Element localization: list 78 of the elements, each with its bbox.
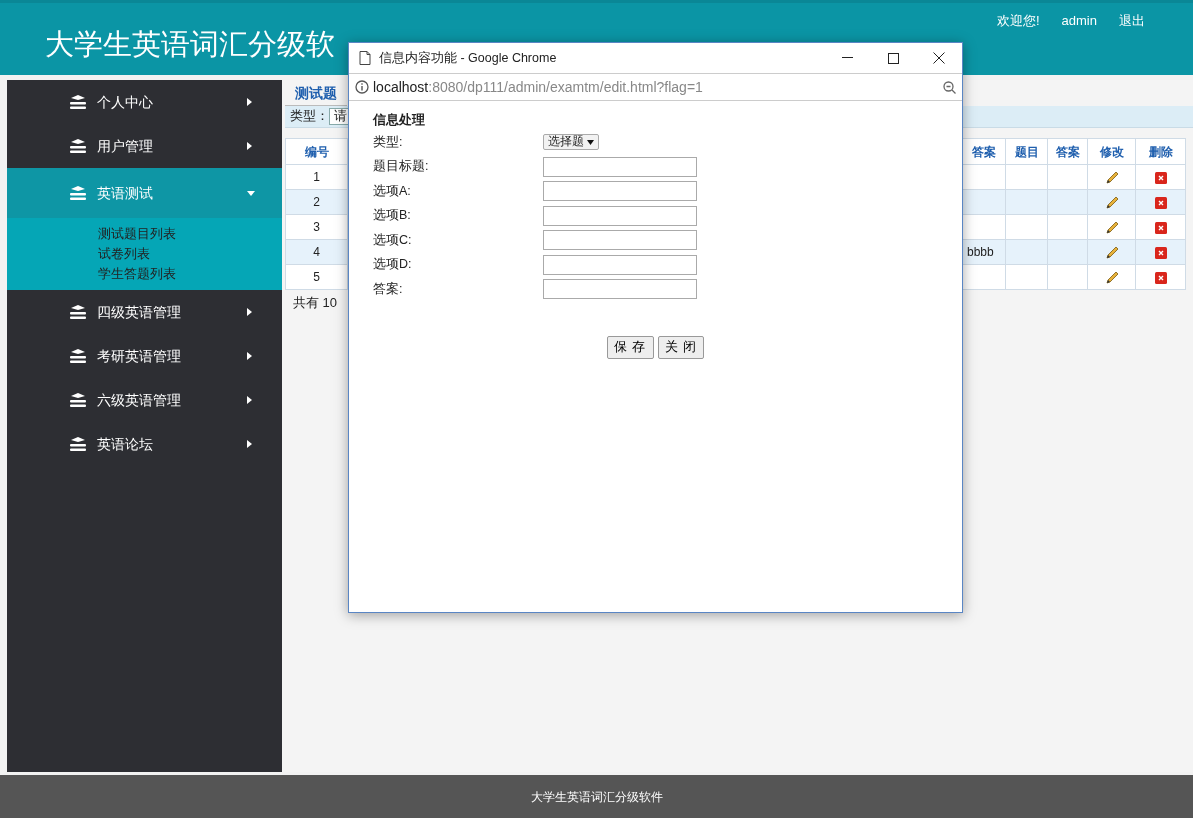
submenu-link[interactable]: 测试题目列表 [98, 224, 176, 244]
sidebar-item[interactable]: 四级英语管理 [7, 290, 282, 334]
input-field[interactable] [543, 156, 697, 177]
table-cell: 5 [285, 264, 348, 290]
field-label: 选项B: [373, 207, 412, 225]
filter-label: 类型： [290, 108, 329, 126]
pencil-icon[interactable] [1104, 195, 1119, 210]
layers-icon [69, 185, 87, 201]
total-count: 共有 10 [292, 294, 339, 312]
layers-icon [69, 94, 87, 110]
submenu-link[interactable]: 学生答题列表 [98, 264, 176, 284]
site-title: 大学生英语词汇分级软 [44, 27, 335, 62]
close-icon [933, 52, 945, 64]
column-header: 答案 [1047, 138, 1088, 165]
maximize-icon [887, 52, 899, 64]
table-cell: 4 [285, 239, 348, 265]
dropdown-arrow-icon [587, 139, 594, 145]
window-title: 信息内容功能 - Google Chrome [379, 49, 558, 67]
caret-right-icon [247, 396, 252, 404]
column-header: 题目 [1005, 138, 1048, 165]
input-field[interactable] [543, 230, 697, 250]
sidebar-item[interactable]: 个人中心 [7, 80, 282, 124]
input-field[interactable] [543, 205, 697, 226]
user-link[interactable]: admin [1061, 11, 1097, 31]
column-header: 删除 [1135, 138, 1186, 165]
table-cell: 1 [285, 164, 348, 190]
sidebar-item[interactable]: 英语测试 [7, 168, 282, 218]
delete-icon[interactable] [1154, 196, 1167, 209]
caret-right-icon [247, 308, 252, 316]
table-cell: bbbb [967, 245, 994, 259]
layers-icon [69, 138, 87, 154]
document-icon [359, 51, 371, 65]
field-label: 题目标题: [373, 158, 430, 176]
minimize-icon [841, 57, 853, 59]
type-select[interactable]: 选择题 [543, 134, 599, 150]
delete-icon[interactable] [1154, 246, 1167, 259]
caret-down-icon [247, 190, 255, 196]
sidebar-item[interactable]: 六级英语管理 [7, 378, 282, 422]
welcome-text: 欢迎您! [996, 12, 1040, 30]
input-field[interactable] [543, 279, 697, 299]
field-label: 选项C: [373, 231, 413, 249]
caret-right-icon [247, 440, 252, 448]
column-header: 修改 [1087, 138, 1136, 165]
caret-right-icon [247, 142, 252, 150]
layers-icon [69, 392, 87, 408]
field-label: 选项A: [373, 182, 412, 200]
column-header: 编号 [285, 138, 348, 165]
address-url: localhost:8080/dp111/admin/examtm/edit.html?flag=1 [373, 77, 704, 97]
sidebar-item[interactable]: 英语论坛 [7, 422, 282, 466]
layers-icon [69, 436, 87, 452]
input-field[interactable] [543, 181, 697, 201]
pencil-icon[interactable] [1104, 220, 1119, 235]
form-heading: 信息处理 [373, 112, 425, 129]
input-field[interactable] [543, 254, 697, 275]
delete-icon[interactable] [1154, 171, 1167, 184]
caret-right-icon [247, 98, 252, 106]
submenu-link[interactable]: 试卷列表 [98, 244, 150, 264]
field-label: 答案: [373, 280, 404, 298]
delete-icon[interactable] [1154, 221, 1167, 234]
table-cell: 3 [285, 214, 348, 240]
pencil-icon[interactable] [1104, 170, 1119, 185]
delete-icon[interactable] [1154, 271, 1167, 284]
sidebar-item[interactable]: 用户管理 [7, 124, 282, 168]
footer-text: 大学生英语词汇分级软件 [0, 775, 1193, 818]
field-label: 选项D: [373, 256, 413, 274]
caret-right-icon [247, 352, 252, 360]
layers-icon [69, 304, 87, 320]
zoom-out-icon [943, 80, 956, 94]
logout-link[interactable]: 退出 [1119, 11, 1145, 31]
layers-icon [69, 348, 87, 364]
pencil-icon[interactable] [1104, 270, 1119, 285]
table-cell: 2 [285, 189, 348, 215]
form-button[interactable]: 关 闭 [657, 336, 704, 359]
field-label: 类型: [373, 133, 404, 151]
info-icon [355, 80, 369, 94]
pencil-icon[interactable] [1104, 245, 1119, 260]
form-button[interactable]: 保 存 [607, 336, 654, 359]
sidebar-item[interactable]: 考研英语管理 [7, 334, 282, 378]
